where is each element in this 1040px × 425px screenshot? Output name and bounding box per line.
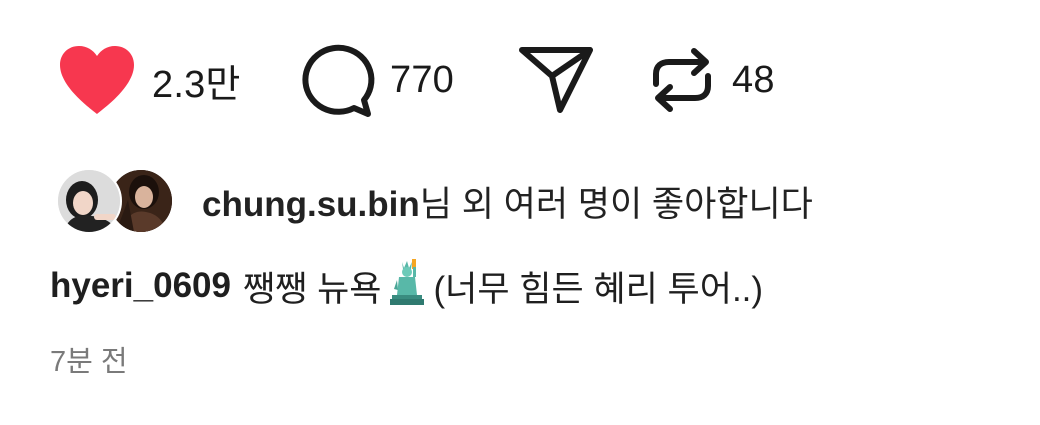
comment-icon (296, 40, 376, 120)
heart-icon (56, 44, 138, 116)
avatar[interactable] (56, 168, 122, 234)
repost-button[interactable]: 48 (646, 40, 775, 120)
caption-text-after: (너무 힘든 혜리 투어..) (433, 269, 764, 309)
caption-username[interactable]: hyeri_0609 (50, 266, 231, 306)
post-timestamp: 7분 전 (50, 346, 128, 378)
caption-text-before: 쨍쨍 뉴욕 (242, 269, 382, 309)
liked-by-row[interactable]: chung.su.bin님 외 여러 명이 좋아합니다 (56, 166, 813, 236)
post-caption: hyeri_0609 쨍쨍 뉴욕 (너무 힘든 혜리 투어..) (50, 258, 763, 314)
comment-count: 770 (390, 58, 455, 101)
liked-by-text: chung.su.bin님 외 여러 명이 좋아합니다 (202, 176, 813, 227)
repost-icon (646, 40, 718, 120)
like-count: 2.3만 (152, 63, 241, 106)
repost-count: 48 (732, 58, 775, 101)
liker-avatars[interactable] (56, 168, 174, 234)
share-button[interactable] (516, 40, 646, 120)
comment-button[interactable]: 770 (296, 40, 516, 120)
liked-by-suffix: 님 외 여러 명이 좋아합니다 (419, 184, 813, 224)
paper-plane-icon (516, 40, 596, 120)
statue-of-liberty-icon (388, 258, 428, 314)
post-actions-bar: 2.3만 770 48 (56, 40, 775, 120)
liker-username[interactable]: chung.su.bin (202, 185, 420, 224)
like-button[interactable]: 2.3만 (56, 44, 296, 116)
